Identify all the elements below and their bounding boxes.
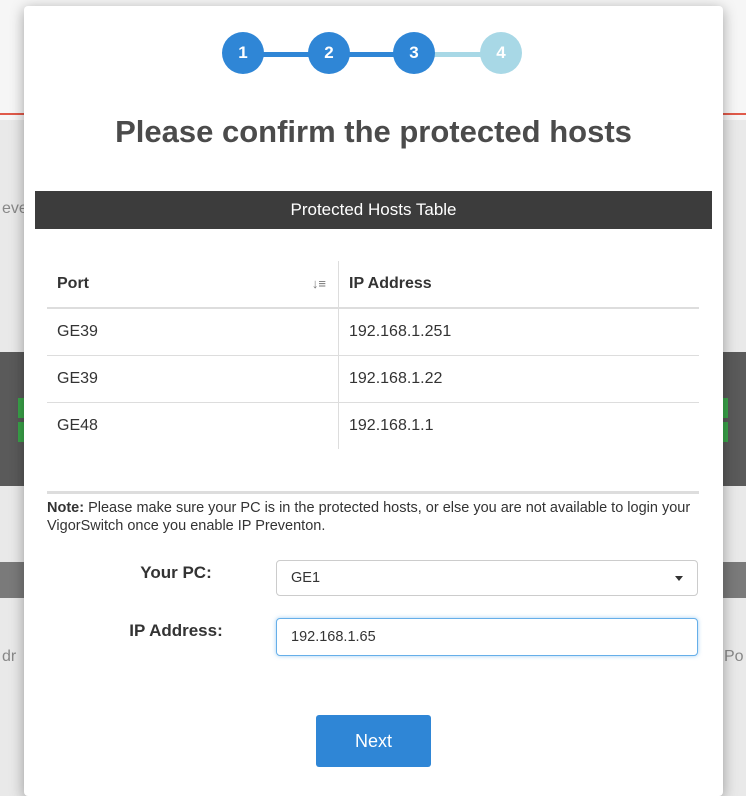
- ip-address-label: IP Address:: [129, 621, 223, 640]
- protected-hosts-table: Port ↓≡ IP Address GE39 192.168.1.251 GE…: [47, 261, 699, 449]
- sort-icon[interactable]: ↓≡: [312, 276, 326, 291]
- table-title: Protected Hosts Table: [35, 191, 712, 229]
- cell-ip: 192.168.1.1: [349, 417, 434, 434]
- note-label: Note:: [47, 500, 85, 516]
- cell-port: GE39: [47, 355, 339, 403]
- your-pc-label: Your PC:: [140, 563, 212, 582]
- page-title: Please confirm the protected hosts: [115, 114, 632, 149]
- section-divider: [47, 491, 699, 494]
- background-text-fragment: dr: [2, 648, 17, 665]
- note-text: Note: Please make sure your PC is in the…: [47, 499, 699, 535]
- note-body: Please make sure your PC is in the prote…: [47, 500, 691, 534]
- next-button[interactable]: Next: [316, 715, 431, 767]
- table-row: GE39 192.168.1.22: [47, 355, 699, 403]
- chevron-down-icon: [675, 576, 683, 581]
- step-4: 4: [480, 32, 522, 74]
- step-1: 1: [222, 32, 264, 74]
- background-text-fragment: Po: [724, 648, 744, 665]
- cell-ip: 192.168.1.22: [338, 355, 699, 403]
- step-2: 2: [308, 32, 350, 74]
- step-3: 3: [393, 32, 435, 74]
- your-pc-value: GE1: [291, 570, 321, 586]
- cell-port: GE48: [47, 402, 339, 449]
- cell-port: GE39: [47, 308, 339, 356]
- cell-ip: 192.168.1.251: [338, 308, 699, 356]
- table-header-row: Port ↓≡ IP Address: [47, 261, 699, 309]
- wizard-modal: 1 2 3 4 Please confirm the protected hos…: [24, 6, 723, 796]
- your-pc-select[interactable]: GE1: [276, 560, 698, 596]
- column-header-label: Port: [57, 275, 89, 292]
- table-row: GE48 192.168.1.1: [47, 402, 699, 449]
- table-row: GE39 192.168.1.251: [47, 308, 699, 356]
- column-header-ip[interactable]: IP Address: [338, 261, 699, 309]
- ip-address-input[interactable]: [276, 618, 698, 656]
- wizard-stepper: 1 2 3 4: [222, 32, 526, 78]
- column-header-port[interactable]: Port ↓≡: [47, 261, 339, 309]
